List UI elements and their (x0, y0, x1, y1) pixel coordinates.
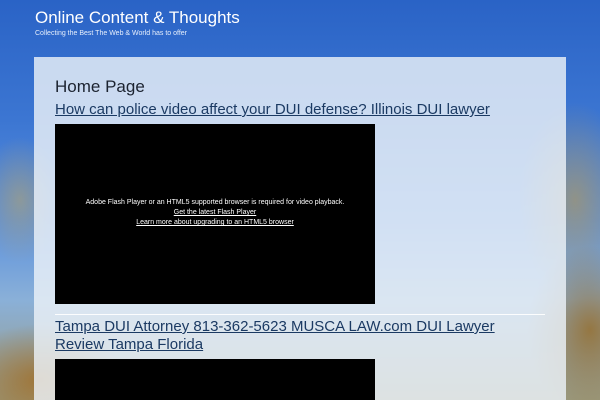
page-title: Home Page (55, 77, 145, 96)
post-title-link[interactable]: Tampa DUI Attorney 813-362-5623 MUSCA LA… (55, 318, 525, 354)
video-player[interactable] (55, 359, 375, 400)
site-tagline: Collecting the Best The Web & World has … (35, 30, 188, 37)
video-player[interactable]: Adobe Flash Player or an HTML5 supported… (55, 124, 375, 304)
video-required-text: Adobe Flash Player or an HTML5 supported… (85, 199, 345, 206)
flash-player-link[interactable]: Get the latest Flash Player (55, 208, 375, 218)
video-fallback-message: Adobe Flash Player or an HTML5 supported… (55, 198, 375, 228)
site-title[interactable]: Online Content & Thoughts (35, 7, 255, 28)
html5-browser-link[interactable]: Learn more about upgrading to an HTML5 b… (55, 218, 375, 228)
post-divider (55, 314, 545, 315)
content-panel: Home Page How can police video affect yo… (34, 57, 566, 400)
site-header: Online Content & Thoughts Collecting the… (35, 7, 255, 38)
